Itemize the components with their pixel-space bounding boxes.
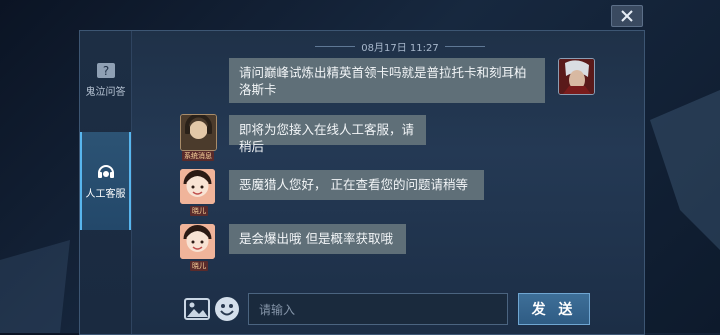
sidebar: ? 鬼泣问答 人工客服 bbox=[80, 31, 132, 334]
timestamp-text: 08月17日 11:27 bbox=[361, 43, 439, 54]
chat-message-system: 即将为您接入在线人工客服，请稍后 bbox=[229, 115, 426, 154]
dante-avatar-image bbox=[559, 59, 594, 94]
agent-badge: 晓儿 bbox=[190, 261, 208, 271]
headset-icon bbox=[97, 165, 114, 178]
send-button[interactable]: 发 送 bbox=[518, 293, 590, 325]
message-text: 请问巅峰试炼出精英首领卡吗就是普拉托卡和刻耳柏洛斯卡 bbox=[239, 65, 527, 97]
chat-message-agent: 恶魔猎人您好， 正在查看您的问题请稍等 bbox=[229, 170, 484, 200]
tab-faq[interactable]: ? 鬼泣问答 bbox=[80, 55, 131, 103]
agent-avatar bbox=[180, 169, 215, 204]
agent-avatar bbox=[180, 224, 215, 259]
customer-service-dialog: ? 鬼泣问答 人工客服 08月17日 11:27 请问巅峰试炼出精英首领卡吗就是… bbox=[79, 30, 645, 335]
close-icon bbox=[621, 10, 633, 22]
svg-text:?: ? bbox=[102, 64, 108, 78]
chat-message-agent: 是会爆出哦 但是概率获取哦 bbox=[229, 224, 406, 254]
question-book-icon: ? bbox=[96, 63, 115, 78]
tab-faq-label: 鬼泣问答 bbox=[85, 87, 126, 98]
image-button[interactable] bbox=[184, 297, 210, 321]
send-button-label: 发 送 bbox=[531, 302, 577, 318]
system-avatar bbox=[180, 114, 217, 151]
message-input[interactable]: 请输入 bbox=[248, 293, 508, 325]
message-text: 是会爆出哦 但是概率获取哦 bbox=[239, 231, 393, 246]
dante-avatar[interactable] bbox=[558, 58, 595, 95]
system-badge: 系统消息 bbox=[182, 151, 214, 161]
divider bbox=[315, 46, 356, 47]
tab-human-service[interactable]: 人工客服 bbox=[80, 132, 131, 230]
image-icon bbox=[184, 298, 210, 320]
message-text: 即将为您接入在线人工客服，请稍后 bbox=[239, 122, 415, 154]
agent-avatar-image bbox=[180, 169, 215, 204]
tab-human-service-label: 人工客服 bbox=[85, 189, 126, 200]
message-input-placeholder: 请输入 bbox=[259, 302, 296, 317]
system-avatar-image bbox=[181, 115, 216, 150]
divider bbox=[444, 46, 485, 47]
emoji-button[interactable] bbox=[214, 296, 240, 322]
chat-message-user: 请问巅峰试炼出精英首领卡吗就是普拉托卡和刻耳柏洛斯卡 bbox=[229, 58, 545, 103]
agent-badge: 晓儿 bbox=[190, 206, 208, 216]
emoji-icon bbox=[215, 297, 239, 321]
close-button[interactable] bbox=[611, 5, 643, 27]
agent-avatar-image bbox=[180, 224, 215, 259]
message-text: 恶魔猎人您好， 正在查看您的问题请稍等 bbox=[239, 177, 468, 192]
message-timestamp: 08月17日 11:27 bbox=[300, 39, 500, 54]
